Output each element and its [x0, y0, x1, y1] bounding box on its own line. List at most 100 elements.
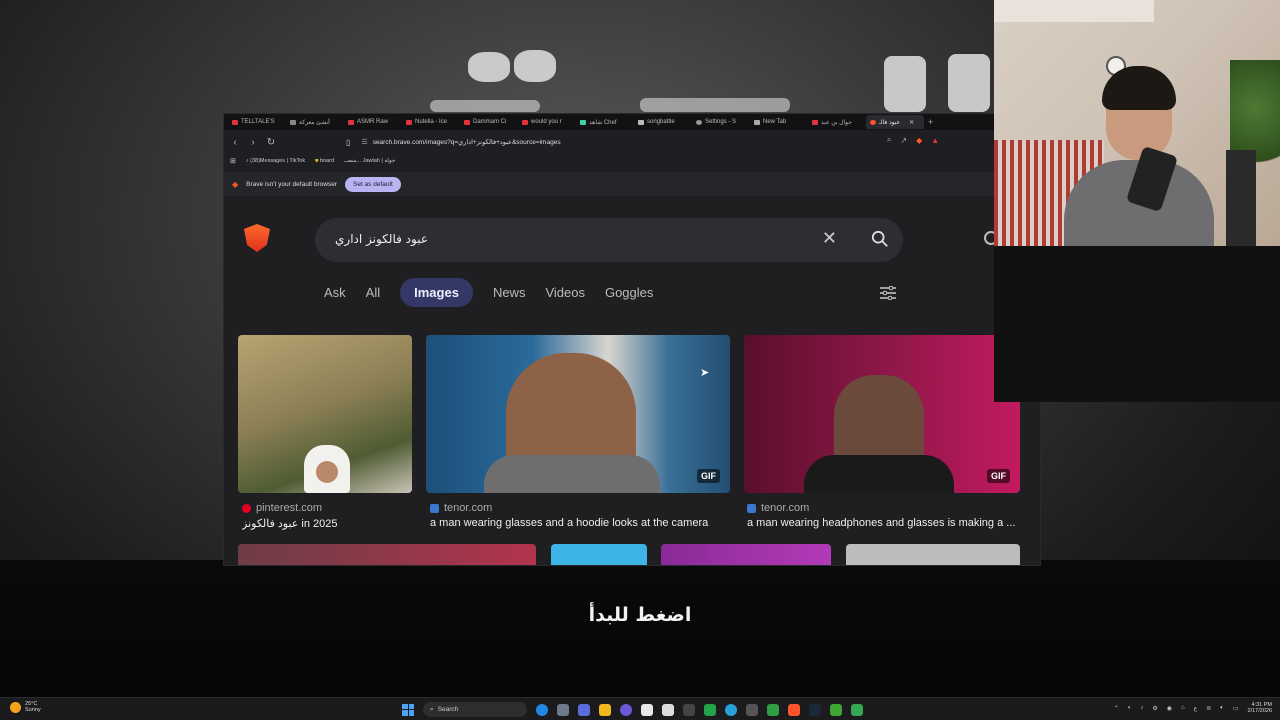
- copilot-icon[interactable]: [578, 703, 590, 716]
- filter-images[interactable]: Images: [400, 278, 473, 307]
- taskbar-search[interactable]: ⌕ Search: [423, 702, 527, 717]
- browser-tab[interactable]: TELLTALE'S: [228, 115, 286, 129]
- filter-settings-icon[interactable]: [880, 286, 896, 300]
- image-result[interactable]: [846, 544, 1020, 565]
- sheets-icon[interactable]: [851, 703, 863, 716]
- result-source[interactable]: tenor.com: [430, 502, 492, 514]
- brave-rewards-icon[interactable]: ▲: [931, 136, 939, 145]
- xbox-icon[interactable]: [704, 703, 716, 716]
- result-caption[interactable]: a man wearing headphones and glasses is …: [747, 517, 1019, 529]
- clock[interactable]: 4:31 PM 2/17/2026: [1248, 702, 1272, 714]
- wifi-icon[interactable]: ≋: [1206, 705, 1211, 712]
- brave-shields-icon[interactable]: ◆: [916, 136, 922, 145]
- brave-icon[interactable]: [788, 703, 800, 716]
- set-as-default-button[interactable]: Set as default: [345, 176, 401, 192]
- browser-tab[interactable]: songbattle: [634, 115, 692, 129]
- browser-tab[interactable]: Settings - S: [692, 115, 750, 129]
- volume-icon[interactable]: ♪: [1140, 705, 1143, 711]
- browser-tab[interactable]: شاهد Chef: [576, 115, 634, 129]
- image-result[interactable]: GIF: [744, 335, 1020, 493]
- result-caption[interactable]: a man wearing glasses and a hoodie looks…: [430, 517, 736, 529]
- bookmark-icon[interactable]: ▯: [346, 138, 350, 147]
- bookmark-item[interactable]: ♪ (38)Messages | TikTok: [246, 158, 305, 164]
- new-tab-icon[interactable]: +: [928, 117, 933, 127]
- browser-window: TELLTALE'S أنشئ معركة ASMR Raw Nutella -…: [223, 113, 1041, 566]
- obs-icon[interactable]: [746, 703, 758, 716]
- minecraft-icon[interactable]: [830, 703, 842, 716]
- discord-icon[interactable]: [620, 703, 632, 716]
- share-icon[interactable]: ↗: [900, 136, 907, 145]
- browser-tab-active[interactable]: عبود فالـ ✕: [866, 115, 924, 129]
- browser-tab[interactable]: ASMR Raw: [344, 115, 402, 129]
- telegram-icon[interactable]: [725, 703, 737, 716]
- image-result[interactable]: [551, 544, 647, 565]
- filter-ask[interactable]: Ask: [324, 278, 346, 307]
- address-bar[interactable]: ▯ ☰ search.brave.com/images?q=عبود+فالكو…: [346, 135, 838, 149]
- brave-search-icon: [870, 119, 876, 125]
- result-source[interactable]: pinterest.com: [242, 502, 322, 514]
- page-icon: [638, 119, 644, 125]
- search-box[interactable]: عبود فالكونز اداري ✕: [315, 218, 903, 262]
- site-info-icon[interactable]: ☰: [361, 138, 367, 146]
- chevron-up-icon[interactable]: ⌃: [1114, 705, 1119, 712]
- image-result[interactable]: [238, 544, 536, 565]
- filter-news[interactable]: News: [493, 278, 526, 307]
- image-result[interactable]: GIF: [426, 335, 730, 493]
- browser-tab[interactable]: جوال بن عبد: [808, 115, 866, 129]
- youtube-icon: [232, 119, 238, 125]
- bookmark-label: منصــ... Jawlah | جولة: [344, 158, 396, 164]
- speaker-icon[interactable]: 🔈︎: [1220, 705, 1224, 712]
- result-caption[interactable]: عبود فالكونز in 2025: [242, 517, 414, 530]
- brave-logo-icon[interactable]: [244, 224, 270, 252]
- result-source[interactable]: tenor.com: [747, 502, 809, 514]
- tray-app-icon[interactable]: ◉: [1167, 705, 1172, 712]
- zoom-icon[interactable]: ⌕: [887, 135, 891, 145]
- battery-icon[interactable]: ▭: [1233, 705, 1239, 712]
- mouse-cursor-icon: ➤: [700, 367, 710, 379]
- notepad-icon[interactable]: [641, 703, 653, 716]
- bookmark-item[interactable]: ■ board: [315, 158, 334, 164]
- browser-tab[interactable]: أنشئ معركة: [286, 115, 344, 129]
- browser-tab[interactable]: Dammam Ci: [460, 115, 518, 129]
- apps-icon[interactable]: ⊞: [230, 157, 236, 165]
- browser-tab[interactable]: Nutella - Ice: [402, 115, 460, 129]
- tray-app-icon[interactable]: ⚙: [1152, 705, 1157, 712]
- system-tray: ⌃ ◐ ♪ ⚙ ◉ ⌂ ع ≋ 🔈︎ ▭ 4:31 PM 2/17/2026: [1114, 702, 1272, 714]
- tab-label: TELLTALE'S: [241, 119, 275, 125]
- weather-widget[interactable]: 25°C Sunny: [10, 701, 41, 713]
- chalk-doodle: [948, 54, 990, 112]
- edge-icon[interactable]: [536, 703, 548, 716]
- microphone-arm: [1226, 150, 1256, 246]
- sun-icon: [10, 701, 21, 713]
- file-icon[interactable]: [557, 703, 569, 716]
- bookmark-item[interactable]: منصــ... Jawlah | جولة: [344, 158, 395, 164]
- back-icon[interactable]: ‹: [230, 137, 240, 148]
- image-result[interactable]: [661, 544, 831, 565]
- forward-icon[interactable]: ›: [248, 137, 258, 148]
- image-thumbnail-detail: [484, 455, 660, 493]
- default-browser-notice: ◆ Brave isn't your default browser Set a…: [224, 172, 1040, 196]
- clear-search-icon[interactable]: ✕: [822, 228, 837, 249]
- folder-icon[interactable]: [599, 703, 611, 716]
- tab-label: songbattle: [647, 119, 675, 125]
- brave-icon: [754, 119, 760, 125]
- image-result[interactable]: [238, 335, 412, 493]
- network-icon[interactable]: ⌂: [1181, 705, 1185, 711]
- browser-tab[interactable]: would you r: [518, 115, 576, 129]
- windows-start-icon[interactable]: [402, 703, 414, 716]
- close-tab-icon[interactable]: ✕: [909, 119, 914, 126]
- browser-tab[interactable]: New Tab: [750, 115, 808, 129]
- filter-all[interactable]: All: [366, 278, 380, 307]
- steam-icon[interactable]: [809, 703, 821, 716]
- search-icon[interactable]: [871, 230, 889, 248]
- chalk-doodle: [468, 52, 510, 82]
- store-icon[interactable]: [662, 703, 674, 716]
- chrome-icon[interactable]: [767, 703, 779, 716]
- reload-icon[interactable]: ↻: [266, 137, 276, 148]
- filter-goggles[interactable]: Goggles: [605, 278, 653, 307]
- language-indicator[interactable]: ع: [1194, 705, 1198, 712]
- search-input[interactable]: عبود فالكونز اداري: [335, 232, 428, 246]
- tray-app-icon[interactable]: ◐: [1128, 705, 1132, 711]
- filter-videos[interactable]: Videos: [545, 278, 585, 307]
- camera-icon[interactable]: [683, 703, 695, 716]
